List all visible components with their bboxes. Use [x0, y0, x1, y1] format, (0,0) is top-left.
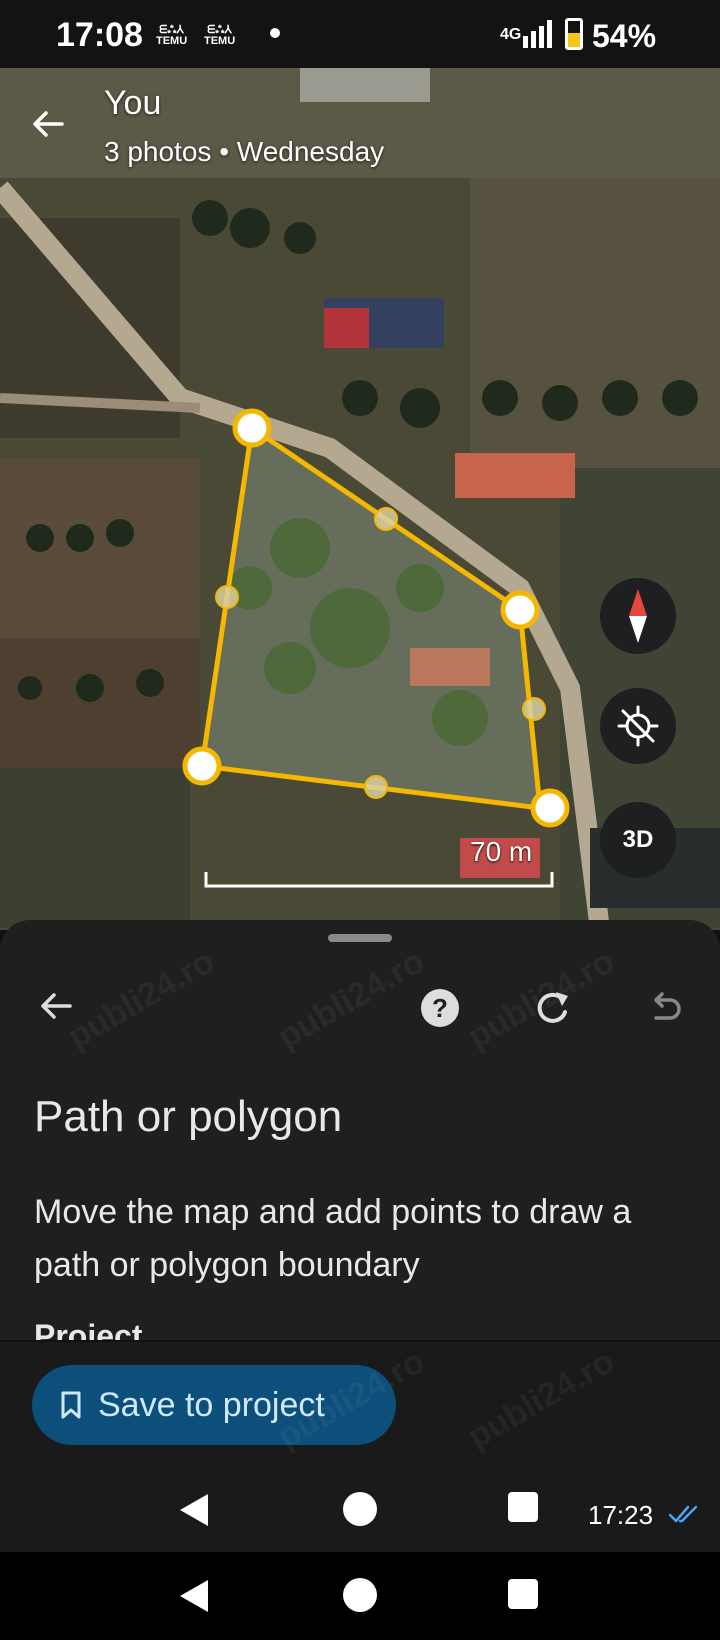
nav-recents-icon[interactable]	[508, 1579, 538, 1609]
svg-text:?: ?	[432, 993, 448, 1023]
status-bar: 17:08 ᗴ⁂⅄ TEMU ᗴ⁂⅄ TEMU 4G 54%	[0, 0, 720, 72]
projects-section-label: Project	[34, 1318, 143, 1340]
location-button[interactable]	[600, 688, 676, 764]
save-label: Save to project	[98, 1385, 325, 1424]
photo-subtitle: 3 photos • Wednesday	[104, 136, 385, 167]
back-arrow-icon[interactable]	[26, 102, 70, 146]
3d-label: 3D	[622, 826, 654, 853]
polygon-vertex[interactable]	[530, 788, 570, 828]
temu-notification-icon: ᗴ⁂⅄ TEMU	[204, 24, 236, 47]
sheet-title: Path or polygon	[34, 1092, 343, 1141]
nav-back-icon[interactable]	[180, 1580, 208, 1612]
compass-icon	[629, 589, 647, 643]
location-off-icon	[617, 705, 659, 747]
3d-toggle-button[interactable]: 3D	[600, 802, 676, 878]
temu-notification-icon: ᗴ⁂⅄ TEMU	[156, 24, 188, 47]
battery-icon	[565, 18, 583, 50]
save-to-project-button[interactable]: Save to project	[32, 1365, 396, 1445]
nav-home-icon[interactable]	[343, 1578, 377, 1612]
polygon-vertex[interactable]	[182, 746, 222, 786]
back-arrow-icon[interactable]	[34, 984, 78, 1028]
nav-home-icon[interactable]	[343, 1492, 377, 1526]
undo-icon[interactable]	[642, 986, 686, 1030]
drag-handle[interactable]	[328, 934, 392, 942]
sheet-description: Move the map and add points to draw a pa…	[34, 1193, 632, 1284]
polygon-vertex[interactable]	[232, 408, 272, 448]
nav-recents-icon[interactable]	[508, 1492, 538, 1522]
navigation-bar-secondary	[0, 1552, 720, 1640]
status-time: 17:08	[56, 16, 143, 54]
signal-icon	[523, 20, 552, 48]
help-icon[interactable]: ?	[418, 986, 462, 1030]
read-receipt-icon	[668, 1505, 698, 1523]
polygon-midpoint[interactable]	[522, 697, 546, 721]
message-timestamp: 17:23	[588, 1500, 654, 1530]
compass-button[interactable]	[600, 578, 676, 654]
network-type: 4G	[500, 26, 522, 43]
battery-percent: 54%	[592, 18, 657, 54]
bookmark-icon	[61, 1391, 81, 1419]
polygon-midpoint[interactable]	[374, 507, 398, 531]
polygon-midpoint[interactable]	[215, 585, 239, 609]
polygon-vertex[interactable]	[500, 590, 540, 630]
polygon-sheet: ? Path or polygon Move the map and add p…	[0, 920, 720, 1340]
scale-label: 70 m	[470, 836, 533, 867]
notification-dot-icon	[270, 28, 280, 38]
nav-back-icon[interactable]	[180, 1494, 208, 1526]
photo-owner-title: You	[104, 84, 162, 122]
satellite-map[interactable]	[0, 68, 720, 930]
polygon-overlay[interactable]	[0, 68, 720, 930]
redo-icon[interactable]	[530, 986, 574, 1030]
polygon-midpoint[interactable]	[364, 775, 388, 799]
